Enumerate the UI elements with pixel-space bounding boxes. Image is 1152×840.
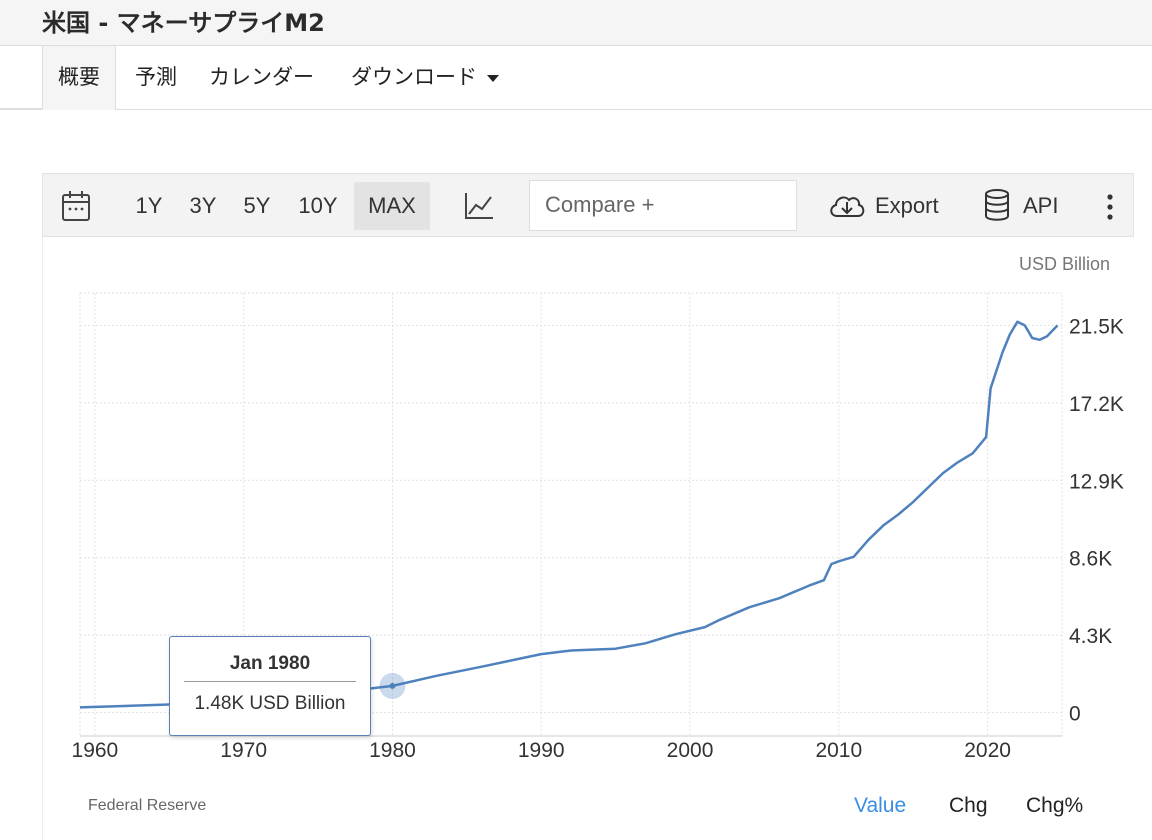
x-tick-label: 1970 xyxy=(220,739,267,762)
value-tab[interactable]: Value xyxy=(854,794,906,818)
source-label: Federal Reserve xyxy=(88,797,207,814)
x-tick-label: 2000 xyxy=(667,739,714,762)
y-tick-label: 21.5K xyxy=(1069,315,1124,338)
tooltip-value: 1.48K USD Billion xyxy=(194,693,346,714)
chg-percent-tab[interactable]: Chg% xyxy=(1026,794,1083,818)
tooltip-date: Jan 1980 xyxy=(229,653,311,674)
y-tick-label: 8.6K xyxy=(1069,548,1112,571)
y-tick-label: 12.9K xyxy=(1069,470,1124,493)
x-tick-label: 2010 xyxy=(815,739,862,762)
y-tick-label: 17.2K xyxy=(1069,393,1124,416)
highlight-marker-point xyxy=(389,682,396,689)
y-tick-label: 4.3K xyxy=(1069,625,1112,648)
x-tick-label: 1980 xyxy=(369,739,416,762)
chg-tab[interactable]: Chg xyxy=(949,794,988,818)
y-tick-label: 0 xyxy=(1069,703,1081,726)
chart-tooltip: Jan 1980 1.48K USD Billion xyxy=(169,636,371,736)
x-tick-label: 2020 xyxy=(964,739,1011,762)
x-tick-label: 1990 xyxy=(518,739,565,762)
x-tick-label: 1960 xyxy=(72,739,119,762)
tooltip-divider xyxy=(184,681,356,682)
